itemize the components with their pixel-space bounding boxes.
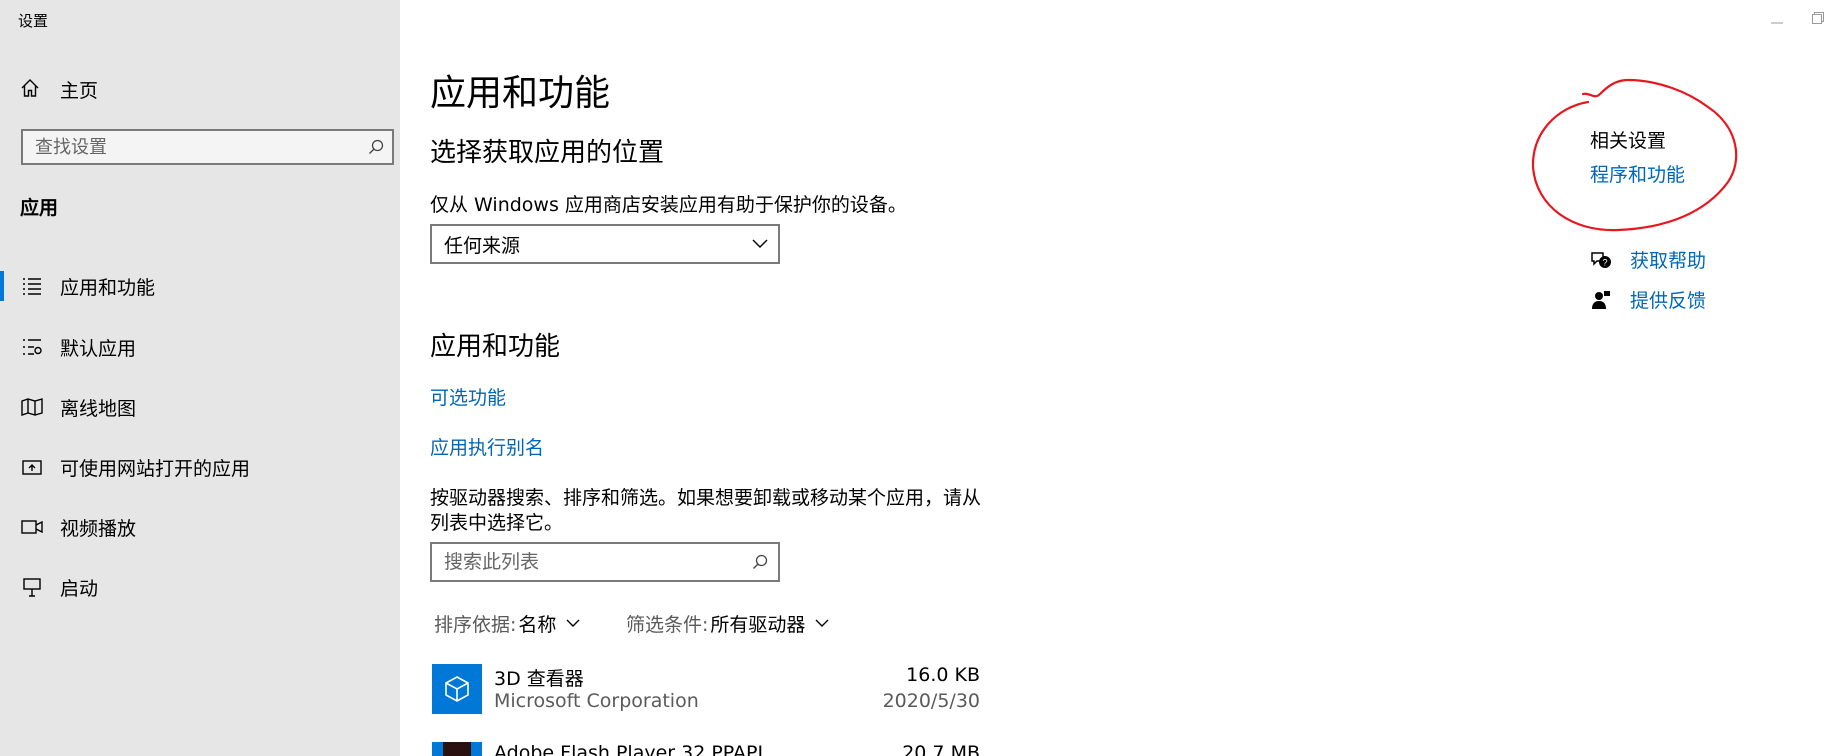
- home-label: 主页: [60, 80, 99, 102]
- search-icon[interactable]: [360, 139, 392, 155]
- video-icon: [20, 519, 44, 535]
- app-size: 20.7 MB: [902, 742, 980, 756]
- sidebar-item-apps-features[interactable]: 应用和功能: [0, 259, 400, 313]
- maximize-icon: [1812, 9, 1824, 28]
- filter-label: 筛选条件:: [626, 614, 709, 636]
- sort-by-control[interactable]: 排序依据: 名称: [434, 610, 580, 637]
- feedback-person-icon: [1590, 290, 1612, 310]
- app-list-item[interactable]: 3D 查看器 Microsoft Corporation 16.0 KB 202…: [430, 664, 980, 726]
- page-title: 应用和功能: [430, 73, 611, 114]
- sidebar-item-label: 视频播放: [60, 517, 137, 540]
- sidebar-item-video-playback[interactable]: 视频播放: [0, 500, 400, 554]
- sidebar: 设置 主页 应用 应用和功能 默认应用 离线地图 可使用网站打: [0, 0, 400, 756]
- programs-features-link[interactable]: 程序和功能: [1590, 160, 1685, 187]
- minimize-icon: [1771, 9, 1783, 28]
- sidebar-item-startup[interactable]: 启动: [0, 560, 400, 614]
- related-settings-title: 相关设置: [1590, 130, 1667, 152]
- sort-value: 名称: [518, 614, 557, 636]
- app-execution-aliases-link[interactable]: 应用执行别名: [430, 433, 544, 460]
- home-nav[interactable]: 主页: [20, 76, 98, 103]
- svg-text:?: ?: [1602, 257, 1607, 267]
- sidebar-item-label: 可使用网站打开的应用: [60, 457, 251, 480]
- sort-label: 排序依据:: [434, 614, 517, 636]
- home-icon: [20, 78, 40, 102]
- apps-description-line1: 按驱动器搜索、排序和筛选。如果想要卸载或移动某个应用，请从: [430, 487, 982, 509]
- sidebar-item-label: 离线地图: [60, 397, 137, 420]
- dropdown-value: 任何来源: [444, 234, 521, 257]
- sidebar-item-label: 应用和功能: [60, 276, 156, 299]
- app-install-date: 2020/5/30: [882, 690, 980, 712]
- app-list-search-input[interactable]: [432, 550, 742, 574]
- filter-value: 所有驱动器: [710, 614, 806, 636]
- app-size: 16.0 KB: [906, 664, 980, 686]
- sidebar-item-apps-for-websites[interactable]: 可使用网站打开的应用: [0, 440, 400, 494]
- open-website-icon: [20, 458, 44, 476]
- minimize-button[interactable]: [1754, 0, 1800, 36]
- give-feedback-link[interactable]: 提供反馈: [1630, 286, 1706, 313]
- feedback-row[interactable]: 提供反馈: [1590, 286, 1706, 313]
- annotation-circle: [1528, 72, 1748, 246]
- settings-search-input[interactable]: [23, 135, 360, 159]
- sidebar-item-offline-maps[interactable]: 离线地图: [0, 380, 400, 434]
- window-title: 设置: [18, 12, 49, 30]
- app-name: 3D 查看器: [494, 668, 584, 690]
- chevron-down-icon: [742, 239, 778, 249]
- flash-icon: [432, 742, 482, 756]
- apps-features-heading: 应用和功能: [430, 332, 561, 362]
- filter-by-control[interactable]: 筛选条件: 所有驱动器: [626, 610, 829, 637]
- map-icon: [20, 398, 44, 416]
- sidebar-item-label: 启动: [60, 577, 99, 600]
- maximize-button[interactable]: [1812, 0, 1836, 36]
- list-icon: [20, 277, 44, 295]
- section-label: 应用: [20, 197, 59, 219]
- chevron-down-icon: [815, 619, 829, 628]
- apps-description-line2: 列表中选择它。: [430, 512, 564, 534]
- settings-search-box[interactable]: [21, 129, 394, 165]
- app-list-search-box[interactable]: [430, 542, 780, 582]
- cube-icon: [432, 664, 482, 714]
- startup-icon: [20, 577, 44, 597]
- get-help-link[interactable]: 获取帮助: [1630, 246, 1706, 273]
- choose-location-heading: 选择获取应用的位置: [430, 138, 665, 168]
- app-list-item[interactable]: Adobe Flash Player 32 PPAPI 20.7 MB: [430, 742, 980, 756]
- optional-features-link[interactable]: 可选功能: [430, 383, 506, 410]
- app-name: Adobe Flash Player 32 PPAPI: [494, 742, 764, 756]
- sidebar-item-label: 默认应用: [60, 337, 137, 360]
- choose-location-description: 仅从 Windows 应用商店安装应用有助于保护你的设备。: [430, 194, 907, 216]
- sidebar-item-default-apps[interactable]: 默认应用: [0, 320, 400, 374]
- help-chat-icon: ?: [1590, 250, 1612, 270]
- default-apps-icon: [20, 338, 44, 356]
- search-icon[interactable]: [742, 554, 778, 570]
- app-publisher: Microsoft Corporation: [494, 690, 699, 712]
- chevron-down-icon: [566, 619, 580, 628]
- get-help-row[interactable]: ? 获取帮助: [1590, 246, 1706, 273]
- app-source-dropdown[interactable]: 任何来源: [430, 224, 780, 264]
